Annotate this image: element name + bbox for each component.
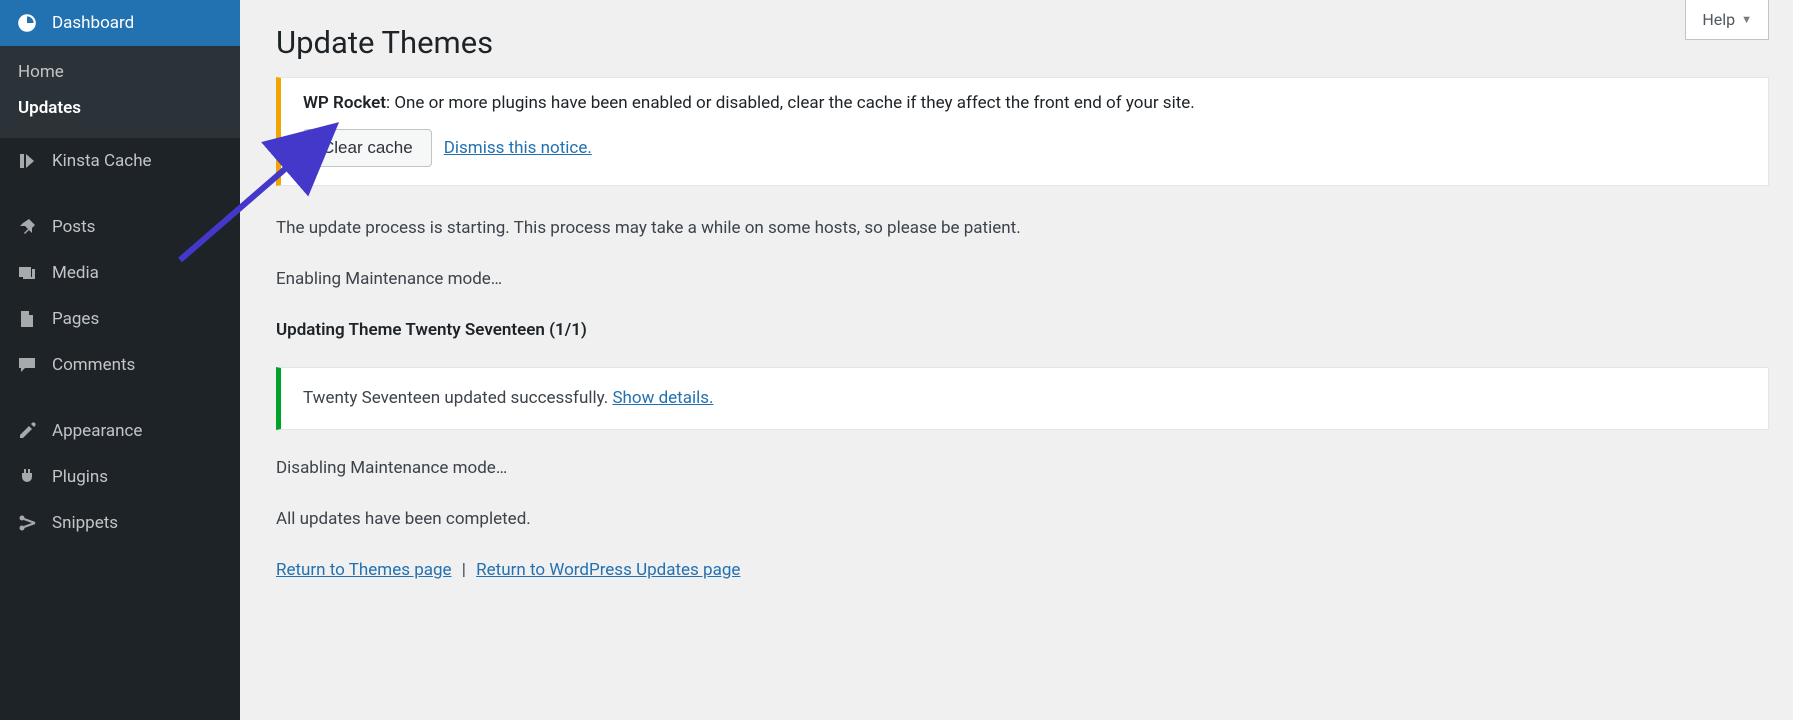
pages-icon	[16, 308, 38, 330]
page-title: Update Themes	[276, 0, 1769, 77]
updating-theme-heading: Updating Theme Twenty Seventeen (1/1)	[276, 320, 587, 340]
help-tab[interactable]: Help ▼	[1685, 0, 1769, 40]
sidebar-item-plugins[interactable]: Plugins	[0, 454, 240, 500]
sidebar-item-label: Snippets	[52, 513, 118, 533]
sidebar-item-dashboard[interactable]: Dashboard	[0, 0, 240, 46]
help-label: Help	[1702, 10, 1735, 29]
dashboard-submenu: Home Updates	[0, 46, 240, 138]
sidebar-item-label: Posts	[52, 217, 95, 237]
sidebar-item-snippets[interactable]: Snippets	[0, 500, 240, 546]
notice-body: : One or more plugins have been enabled …	[386, 93, 1195, 113]
main-content: Help ▼ Update Themes WP Rocket: One or m…	[240, 0, 1793, 720]
dismiss-notice-link[interactable]: Dismiss this notice.	[444, 135, 592, 162]
return-updates-link[interactable]: Return to WordPress Updates page	[476, 560, 740, 580]
process-starting: The update process is starting. This pro…	[276, 214, 1769, 243]
success-text: Twenty Seventeen updated successfully.	[303, 388, 612, 408]
return-themes-link[interactable]: Return to Themes page	[276, 560, 452, 580]
plugins-icon	[16, 466, 38, 488]
sidebar-item-label: Pages	[52, 309, 99, 329]
admin-sidebar: Dashboard Home Updates Kinsta Cache Post…	[0, 0, 240, 720]
clear-cache-button[interactable]: Clear cache	[303, 129, 432, 167]
notice-strong: WP Rocket	[303, 93, 386, 113]
sidebar-item-comments[interactable]: Comments	[0, 342, 240, 388]
sidebar-item-label: Kinsta Cache	[52, 151, 152, 171]
scissors-icon	[16, 512, 38, 534]
submenu-updates[interactable]: Updates	[0, 90, 240, 126]
sidebar-item-label: Appearance	[52, 421, 142, 441]
update-log: The update process is starting. This pro…	[276, 214, 1769, 584]
sidebar-item-label: Dashboard	[52, 13, 134, 33]
notice-text: WP Rocket: One or more plugins have been…	[303, 90, 1750, 117]
pin-icon	[16, 216, 38, 238]
appearance-icon	[16, 420, 38, 442]
media-icon	[16, 262, 38, 284]
disabling-maintenance: Disabling Maintenance mode…	[276, 454, 1769, 483]
comments-icon	[16, 354, 38, 376]
sidebar-item-label: Media	[52, 263, 99, 283]
kinsta-icon	[16, 150, 38, 172]
success-notice: Twenty Seventeen updated successfully. S…	[276, 367, 1769, 430]
sidebar-item-posts[interactable]: Posts	[0, 204, 240, 250]
wp-rocket-notice: WP Rocket: One or more plugins have been…	[276, 77, 1769, 186]
submenu-home[interactable]: Home	[0, 54, 240, 90]
chevron-down-icon: ▼	[1741, 13, 1752, 26]
sidebar-item-kinsta-cache[interactable]: Kinsta Cache	[0, 138, 240, 184]
sidebar-item-label: Comments	[52, 355, 135, 375]
sidebar-item-appearance[interactable]: Appearance	[0, 408, 240, 454]
show-details-link[interactable]: Show details.	[612, 388, 713, 408]
sidebar-item-label: Plugins	[52, 467, 108, 487]
enabling-maintenance: Enabling Maintenance mode…	[276, 265, 1769, 294]
sidebar-item-media[interactable]: Media	[0, 250, 240, 296]
separator: |	[458, 560, 471, 580]
dashboard-icon	[16, 12, 38, 34]
updates-completed: All updates have been completed.	[276, 505, 1769, 534]
sidebar-item-pages[interactable]: Pages	[0, 296, 240, 342]
